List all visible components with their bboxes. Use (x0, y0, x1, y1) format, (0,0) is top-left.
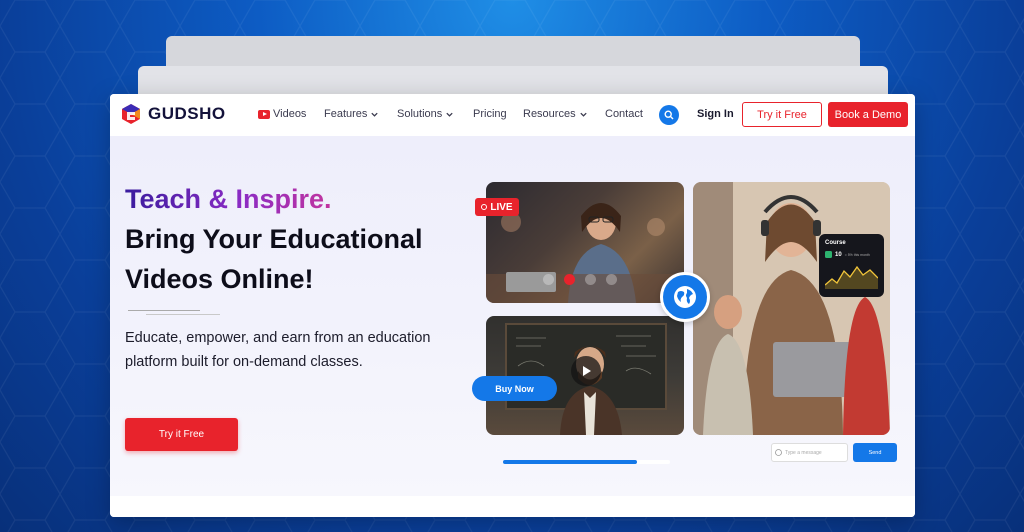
hero-section: Teach & Inspire. Bring Your Educational … (110, 136, 915, 496)
nav-solutions-label: Solutions (397, 108, 443, 120)
video-progress-bar[interactable] (503, 460, 670, 464)
search-button[interactable] (659, 105, 679, 125)
sign-in-link[interactable]: Sign In (697, 108, 734, 120)
nav-contact-label: Contact (605, 108, 643, 120)
mic-icon[interactable] (543, 274, 554, 285)
try-it-free-button[interactable]: Try it Free (742, 102, 822, 127)
course-stat-value: 10 (835, 251, 842, 258)
course-stat: 10 = 5% this month (825, 251, 878, 258)
nav-videos-label: Videos (273, 108, 307, 120)
course-stat-caption: = 5% this month (844, 252, 870, 257)
buy-now-button[interactable]: Buy Now (472, 376, 557, 401)
course-trend-chart (824, 265, 879, 289)
headline-line-2: Bring Your Educational (125, 224, 423, 254)
website-window: GUDSHO Videos Features Solutions Pricing… (110, 94, 915, 517)
nav-features[interactable]: Features (324, 108, 379, 120)
nav-pricing[interactable]: Pricing (473, 108, 507, 120)
decorative-divider (128, 310, 200, 311)
chevron-down-icon (579, 112, 587, 117)
logo[interactable]: GUDSHO (120, 103, 226, 125)
nav-features-label: Features (324, 108, 368, 120)
globe-icon (674, 286, 696, 308)
video-progress-fill (503, 460, 637, 464)
nav-resources[interactable]: Resources (523, 108, 588, 120)
headline-accent: Teach & Inspire. (125, 184, 332, 214)
headline-line-3: Videos Online! (125, 264, 314, 294)
message-input[interactable]: Type a message (771, 443, 848, 462)
live-label: LIVE (490, 201, 513, 213)
chevron-down-icon (371, 112, 379, 117)
book-demo-button[interactable]: Book a Demo (828, 102, 908, 127)
brand-name: GUDSHO (148, 104, 226, 123)
nav-pricing-label: Pricing (473, 108, 507, 120)
message-placeholder: Type a message (785, 449, 822, 456)
course-stats-card: Course 10 = 5% this month (819, 234, 884, 297)
hero-subtext: Educate, empower, and earn from an educa… (125, 330, 431, 370)
play-icon (583, 366, 591, 376)
page-footer-strip (110, 496, 915, 517)
nav-videos[interactable]: Videos (258, 108, 306, 120)
chevron-down-icon (446, 112, 453, 117)
play-button[interactable] (571, 356, 601, 386)
camera-icon[interactable] (606, 274, 617, 285)
globe-button[interactable] (660, 272, 710, 322)
call-controls (543, 274, 617, 285)
search-icon (664, 110, 674, 120)
course-card-title: Course (825, 240, 846, 246)
hero-try-free-button[interactable]: Try it Free (125, 418, 238, 451)
nav-solutions[interactable]: Solutions (397, 108, 454, 120)
stat-icon (825, 251, 832, 258)
video-play-icon (258, 109, 270, 119)
nav-contact[interactable]: Contact (605, 108, 643, 120)
live-dot-icon (481, 204, 488, 210)
gudsho-logo-icon (122, 104, 140, 124)
send-button[interactable]: Send (853, 443, 897, 462)
decorative-divider (146, 314, 220, 315)
end-call-icon[interactable] (564, 274, 575, 285)
emoji-icon[interactable] (775, 449, 782, 456)
nav-resources-label: Resources (523, 108, 576, 120)
navbar: GUDSHO Videos Features Solutions Pricing… (110, 94, 915, 136)
classroom-photo (693, 182, 890, 435)
live-badge: LIVE (475, 198, 519, 216)
speaker-icon[interactable] (585, 274, 596, 285)
